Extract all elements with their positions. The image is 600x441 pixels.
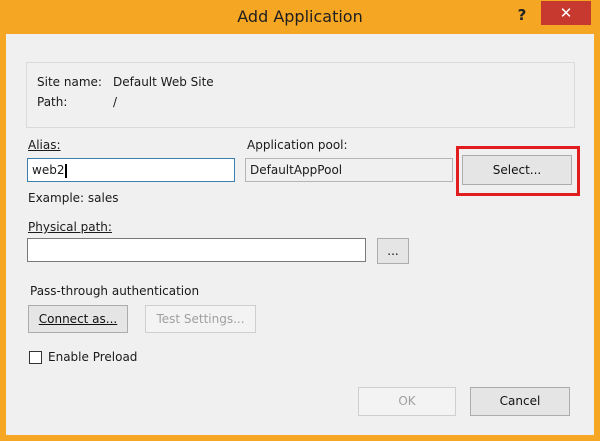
site-name-label: Site name: [37, 75, 102, 89]
close-button[interactable]: ✕ [541, 1, 591, 25]
alias-input[interactable]: web2 [27, 158, 235, 182]
dialog-body: Site name: Default Web Site Path: / Alia… [6, 34, 594, 435]
path-value: / [113, 95, 118, 109]
help-icon[interactable]: ? [508, 4, 536, 26]
text-caret [65, 163, 68, 178]
title-bar[interactable]: Add Application ? ✕ [0, 0, 600, 34]
pass-through-auth-label: Pass-through authentication [30, 284, 200, 298]
alias-example: Example: sales [28, 191, 119, 205]
cancel-button[interactable]: Cancel [470, 387, 570, 416]
physical-path-label: Physical path: [28, 220, 112, 234]
site-info-box: Site name: Default Web Site Path: / [26, 62, 575, 128]
browse-button[interactable]: ... [377, 238, 409, 264]
app-pool-label: Application pool: [247, 138, 348, 152]
path-label: Path: [37, 95, 68, 109]
connect-as-button[interactable]: Connect as... [28, 305, 128, 333]
test-settings-button[interactable]: Test Settings... [145, 305, 256, 333]
app-pool-field: DefaultAppPool [245, 158, 453, 182]
enable-preload-checkbox[interactable] [29, 351, 42, 364]
enable-preload-label: Enable Preload [48, 350, 138, 364]
alias-input-value: web2 [32, 163, 65, 177]
add-application-dialog: Add Application ? ✕ Site name: Default W… [0, 0, 600, 441]
select-app-pool-button[interactable]: Select... [462, 155, 572, 185]
alias-label: Alias: [28, 138, 61, 152]
site-name-value: Default Web Site [113, 75, 214, 89]
physical-path-input[interactable] [27, 238, 366, 262]
ok-button[interactable]: OK [358, 387, 456, 416]
